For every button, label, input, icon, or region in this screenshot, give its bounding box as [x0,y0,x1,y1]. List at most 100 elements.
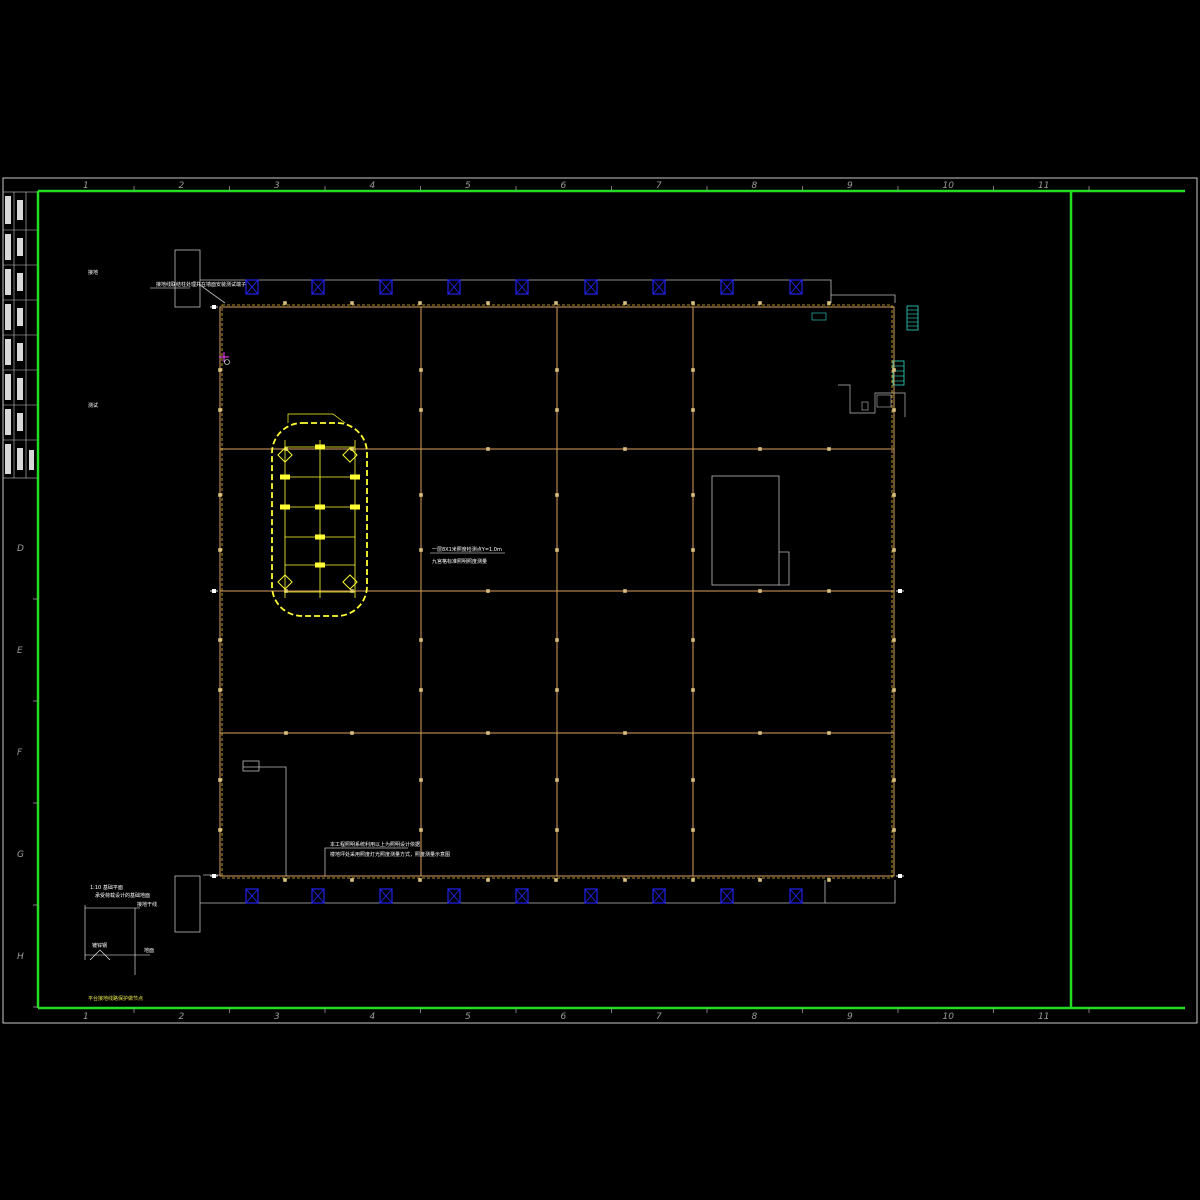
column-label-bottom: 3 [274,1012,280,1022]
window-x-symbol [311,279,325,295]
grounding-terminal [210,589,218,593]
lighting-fixture-symbol [315,534,325,540]
window-x-symbol [379,279,393,295]
grounding-test-point [555,368,559,372]
window-x-symbol [720,279,734,295]
column-label-bottom: 11 [1038,1012,1049,1022]
bottom-note: 本工程照明系统利用以上为照明设计依据 楼地坪处采用照度灯光照度测量方式，照度测量… [330,841,450,858]
grounding-test-point [555,638,559,642]
grounding-test-point [418,301,422,305]
grounding-test-point [419,368,423,372]
grounding-test-point [691,778,695,782]
grounding-test-point [892,638,896,642]
grounding-test-point [892,368,896,372]
grounding-test-point [623,878,627,882]
row-axis-left: D E F G H [17,544,38,1008]
grounding-test-point [623,447,627,451]
side-mark-2: 测试 [88,402,98,409]
grounding-terminal [896,874,904,878]
grounding-test-point [555,688,559,692]
lighting-fixture-symbol [280,504,290,510]
grounding-test-point [418,878,422,882]
grounding-test-point [827,878,831,882]
grounding-test-point [691,638,695,642]
grounding-test-point [623,301,627,305]
drawing-frame [36,189,1185,1010]
detail-note-4: 镀锌钢 [92,942,107,949]
column-label-bottom: 6 [561,1012,567,1022]
window-x-symbol [311,888,325,904]
lighting-fixtures [277,444,360,590]
window-x-symbol [447,888,461,904]
window-x-symbol [652,888,666,904]
column-label-bottom: 4 [370,1012,376,1022]
column-label-bottom: 8 [752,1012,758,1022]
grounding-test-point [486,731,490,735]
column-label-bottom: 2 [179,1012,185,1022]
grounding-test-point [827,301,831,305]
grounding-test-point [486,447,490,451]
window-x-symbol [720,888,734,904]
grounding-test-point [218,408,222,412]
column-label-top: 4 [370,181,376,191]
building-grid [219,306,895,877]
grounding-test-point [419,493,423,497]
column-label-bottom: 1 [83,1012,89,1022]
column-label-top: 2 [179,181,185,191]
window-x-symbol [584,279,598,295]
grounding-test-point [486,589,490,593]
column-label-top: 9 [847,181,853,191]
grounding-test-point [758,731,762,735]
window-x-symbol [789,888,803,904]
lighting-fixture-symbol [315,562,325,568]
grounding-test-point [218,828,222,832]
cad-drawing: 1 2 3 4 5 6 7 8 9 10 11 1 2 3 4 5 6 7 8 9 10 11 DEFGH [2,177,1198,1024]
grounding-test-point [419,548,423,552]
grounding-test-point [691,301,695,305]
top-left-callout: 接地线联结柱处理并在墙面安装测试端子 [150,281,246,289]
grounding-test-point [892,493,896,497]
grounding-test-point [283,301,287,305]
grounding-test-point [691,493,695,497]
grounding-test-point [827,589,831,593]
column-label-top: 5 [465,181,471,191]
grounding-test-point [892,828,896,832]
grounding-test-point [623,731,627,735]
origin-marker [219,352,230,365]
row-label: D [17,544,24,554]
window-x-symbol [515,279,529,295]
column-label-bottom: 5 [465,1012,471,1022]
grounding-terminal [896,589,904,593]
lighting-fixture-symbol [280,474,290,480]
grounding-detail: 1:10 基础平面 承受荷载设计的基础地面 接地干线 镀锌钢 地面 平台接地线路… [84,884,157,1002]
grounding-test-point [350,301,354,305]
grounding-test-point [486,878,490,882]
grounding-test-point [486,301,490,305]
grounding-test-point [419,408,423,412]
lighting-fixture-symbol [350,504,360,510]
column-axis-bottom: 1 2 3 4 5 6 7 8 9 10 11 [83,1008,1090,1022]
column-label-top: 3 [274,181,280,191]
column-label-bottom: 9 [847,1012,853,1022]
window-x-symbol [652,279,666,295]
grounding-test-point [284,731,288,735]
grounding-test-point [892,408,896,412]
grounding-test-point [554,878,558,882]
lighting-fixture-symbol [350,474,360,480]
detail-note-3: 接地干线 [137,901,157,908]
grounding-test-point [555,828,559,832]
grounding-test-point [758,447,762,451]
grounding-test-point [555,493,559,497]
grounding-terminal [210,305,218,309]
window-x-symbol [379,888,393,904]
detail-title: 平台接地线路保护做节点 [88,995,143,1002]
row-label: G [17,850,24,860]
column-axis-top: 1 2 3 4 5 6 7 8 9 10 11 [83,181,1090,191]
column-label-bottom: 10 [943,1012,955,1022]
row-label: F [17,748,23,758]
grounding-test-point [283,878,287,882]
grounding-test-point [218,638,222,642]
grounding-test-point [623,589,627,593]
grounding-test-point [555,778,559,782]
lighting-test-zone [271,413,368,617]
